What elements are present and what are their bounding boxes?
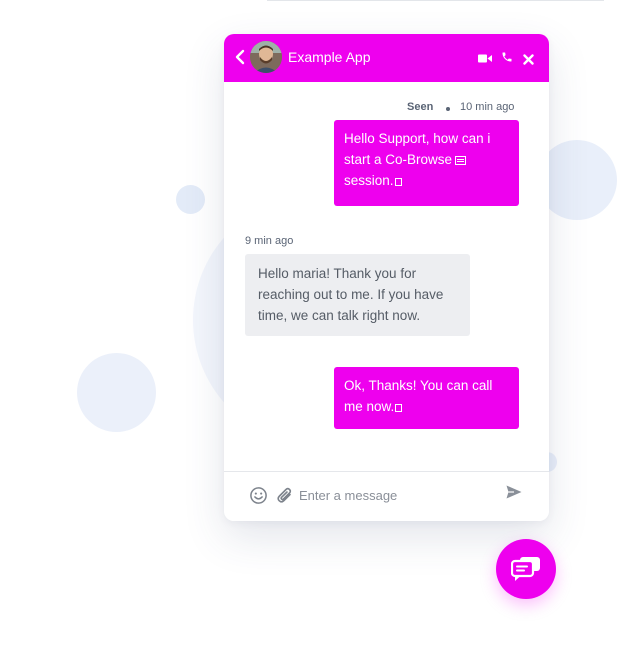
- avatar: [250, 41, 282, 73]
- video-camera-icon[interactable]: [478, 51, 492, 69]
- message-text: Ok, Thanks! You can call me now.: [344, 378, 493, 414]
- message-text: Hello maria! Thank you for reaching out …: [258, 266, 444, 323]
- chat-header: Example App: [224, 34, 549, 82]
- emoji-icon[interactable]: [249, 486, 268, 510]
- chat-window: Example App Seen 10 min ago Hello Suppor…: [224, 34, 549, 521]
- phone-icon[interactable]: [501, 50, 513, 68]
- outgoing-message: Ok, Thanks! You can call me now.: [334, 367, 519, 429]
- top-divider: [267, 0, 604, 1]
- message-timestamp: 9 min ago: [245, 235, 294, 247]
- square-icon: [395, 404, 403, 412]
- square-icon: [394, 178, 402, 186]
- message-text: session.: [344, 173, 394, 188]
- decorative-circle: [537, 140, 617, 220]
- send-icon[interactable]: [506, 485, 522, 504]
- message-composer: [224, 471, 549, 521]
- separator-dot: [446, 107, 450, 111]
- app-title: Example App: [288, 49, 371, 65]
- message-timestamp: 10 min ago: [460, 101, 515, 113]
- decorative-circle: [77, 353, 156, 432]
- document-icon: [455, 156, 467, 165]
- incoming-message: Hello maria! Thank you for reaching out …: [245, 254, 470, 336]
- paperclip-icon[interactable]: [276, 486, 294, 510]
- message-input[interactable]: [299, 484, 489, 506]
- chat-bubbles-icon: [511, 557, 540, 581]
- message-text: Hello Support, how can i start a Co-Brow…: [344, 131, 491, 167]
- chevron-left-icon[interactable]: [232, 47, 248, 67]
- chat-launcher-button[interactable]: [496, 539, 556, 599]
- close-icon[interactable]: [523, 52, 534, 70]
- seen-label: Seen: [407, 101, 434, 113]
- outgoing-message: Hello Support, how can i start a Co-Brow…: [334, 120, 519, 206]
- decorative-circle: [176, 185, 205, 214]
